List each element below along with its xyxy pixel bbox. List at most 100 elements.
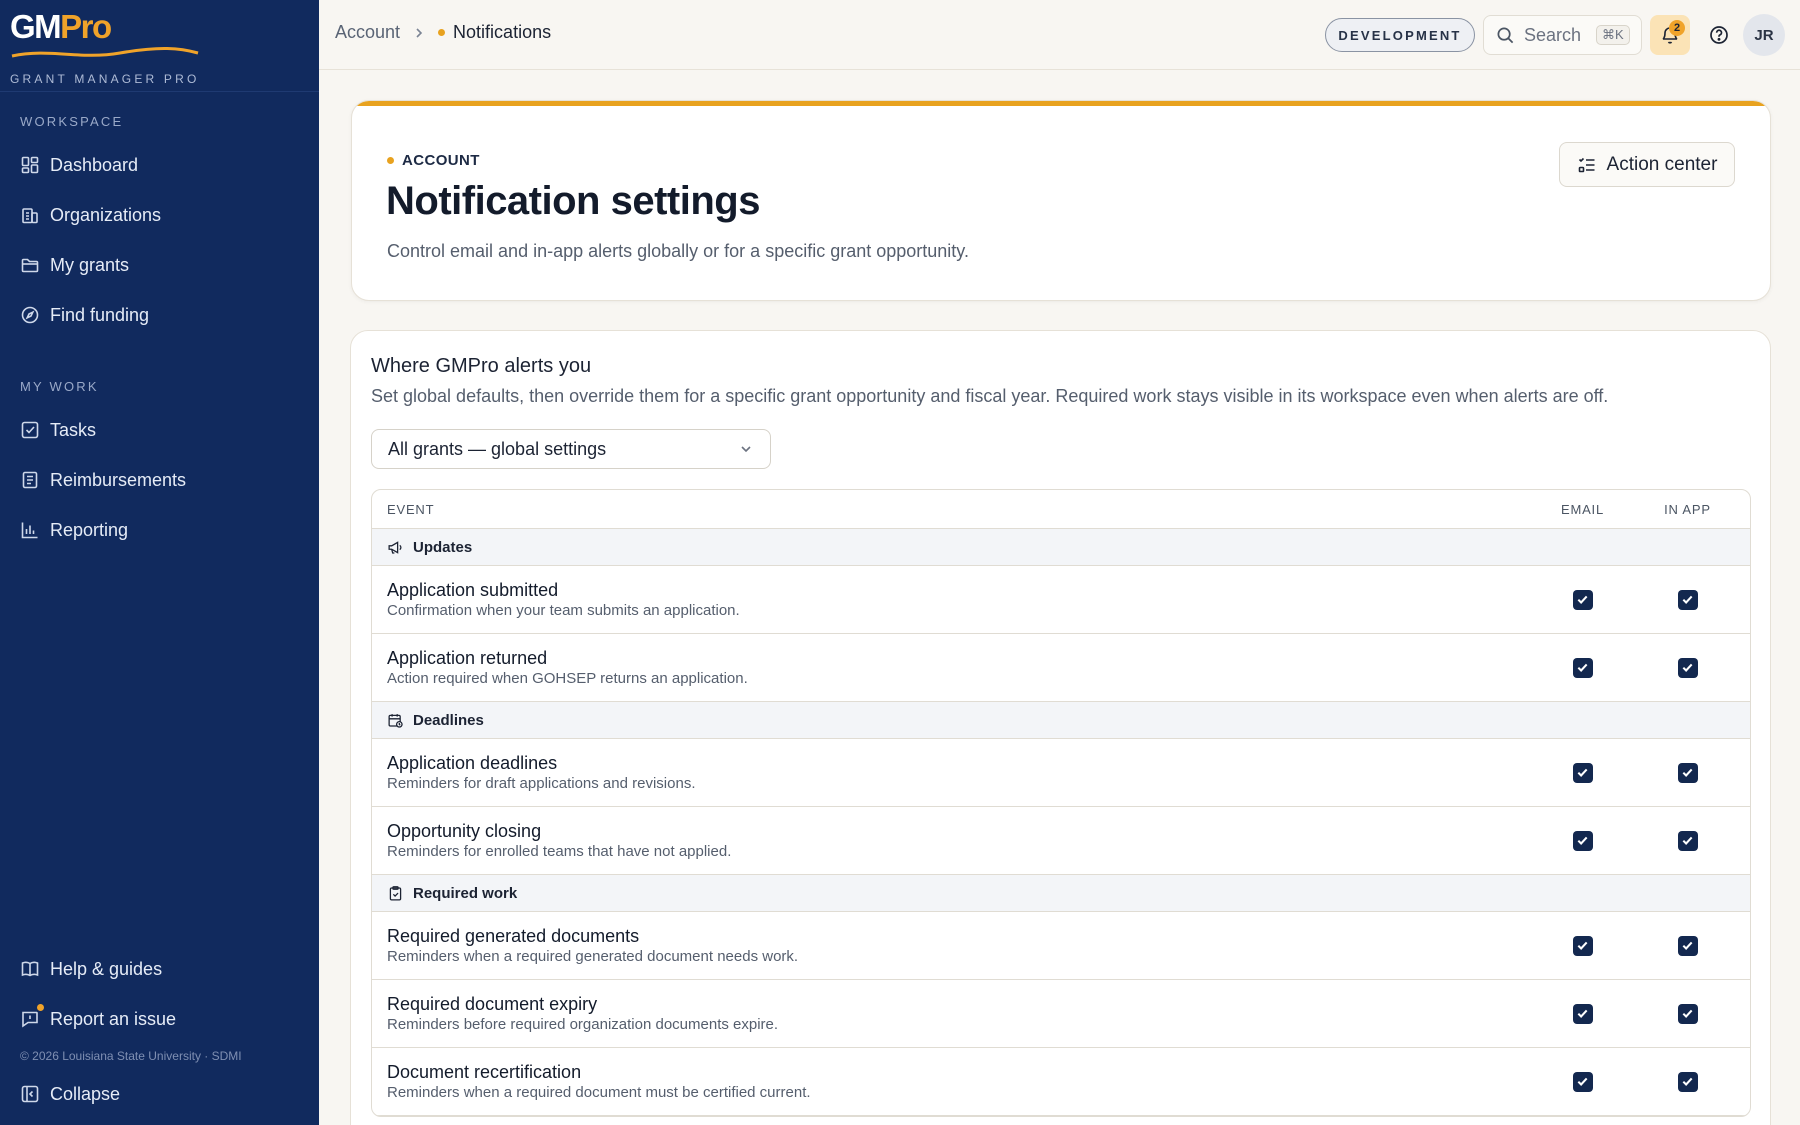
group-row: Required work: [372, 875, 1750, 912]
email-cell: [1530, 935, 1635, 956]
sidebar-item-label: Reimbursements: [50, 469, 187, 490]
in-app-checkbox[interactable]: [1677, 589, 1698, 610]
email-cell: [1530, 1071, 1635, 1092]
in-app-cell: [1635, 830, 1740, 851]
group-label: Deadlines: [413, 711, 484, 729]
email-checkbox[interactable]: [1572, 830, 1593, 851]
event-cell: Opportunity closing Reminders for enroll…: [372, 821, 1530, 861]
event-cell: Required generated documents Reminders w…: [372, 926, 1530, 966]
in-app-checkbox[interactable]: [1677, 935, 1698, 956]
logo-wordmark: GMPro: [10, 8, 112, 45]
logo[interactable]: GMPro GRANT MANAGER PRO: [10, 8, 199, 86]
action-center-label: Action center: [1606, 153, 1718, 175]
in-app-checkbox[interactable]: [1677, 830, 1698, 851]
event-description: Reminders before required organization d…: [387, 1015, 779, 1033]
sidebar-item-my-grants[interactable]: My grants: [20, 250, 129, 280]
event-description: Reminders for enrolled teams that have n…: [387, 842, 732, 860]
chevron-right-icon: [416, 27, 423, 38]
clipboard-check-icon: [389, 885, 402, 901]
accent-bar: [352, 101, 1770, 106]
event-title: Opportunity closing: [387, 820, 542, 841]
group-label: Required work: [413, 884, 518, 902]
sidebar-item-report-issue[interactable]: Report an issue: [20, 1002, 177, 1034]
calendar-clock-icon: [388, 713, 403, 728]
sidebar-item-label: Reporting: [50, 519, 129, 540]
help-button[interactable]: [1704, 20, 1734, 50]
notification-settings-panel: Where GMPro alerts you Set global defaul…: [350, 330, 1771, 1125]
in-app-checkbox[interactable]: [1677, 1003, 1698, 1024]
notification-table: EVENT EMAIL IN APP Updates Application s…: [371, 489, 1751, 1117]
event-cell: Application deadlines Reminders for draf…: [372, 753, 1530, 793]
search-shortcut: ⌘K: [1596, 25, 1630, 45]
folder-icon: [21, 258, 39, 273]
column-header-in-app: IN APP: [1664, 501, 1711, 517]
event-title: Application deadlines: [387, 752, 558, 773]
report-alert-dot: [35, 1002, 46, 1013]
breadcrumb-current-label: Notifications: [453, 22, 552, 42]
sidebar-item-reporting[interactable]: Reporting: [20, 515, 128, 545]
table-row: Application returned Action required whe…: [372, 634, 1750, 702]
event-description: Reminders when a required generated docu…: [387, 947, 799, 965]
sidebar-item-organizations[interactable]: Organizations: [20, 200, 161, 230]
eyebrow-label: ACCOUNT: [402, 152, 480, 169]
logo-subtitle: GRANT MANAGER PRO: [10, 72, 200, 86]
event-cell: Document recertification Reminders when …: [372, 1062, 1530, 1102]
email-cell: [1530, 1003, 1635, 1024]
help-circle-icon: [1710, 26, 1728, 44]
sidebar-item-label: Find funding: [50, 304, 150, 325]
email-cell: [1530, 762, 1635, 783]
page-eyebrow: ACCOUNT: [387, 152, 480, 169]
table-body: Updates Application submitted Confirmati…: [372, 529, 1750, 1116]
topbar: Account Notifications DEVELOPMENT Search…: [319, 0, 1800, 70]
sidebar-item-label: Report an issue: [50, 1008, 177, 1029]
notifications-button[interactable]: 2: [1650, 15, 1690, 55]
search-label: Search: [1524, 24, 1582, 45]
scope-select[interactable]: All grants — global settings: [371, 429, 771, 469]
email-checkbox[interactable]: [1572, 589, 1593, 610]
email-checkbox[interactable]: [1572, 1071, 1593, 1092]
section-label-workspace: WORKSPACE: [20, 114, 124, 129]
in-app-cell: [1635, 1071, 1740, 1092]
sidebar-item-help[interactable]: Help & guides: [20, 954, 162, 984]
email-checkbox[interactable]: [1572, 657, 1593, 678]
in-app-cell: [1635, 1003, 1740, 1024]
sidebar-item-reimbursements[interactable]: Reimbursements: [20, 465, 186, 495]
sidebar: GMPro GRANT MANAGER PRO WORKSPACE Dashbo…: [0, 0, 319, 1125]
breadcrumb-current: Notifications: [438, 22, 551, 43]
in-app-checkbox[interactable]: [1677, 657, 1698, 678]
search-button[interactable]: Search ⌘K: [1483, 15, 1642, 55]
email-checkbox[interactable]: [1572, 935, 1593, 956]
environment-badge: DEVELOPMENT: [1325, 18, 1475, 52]
sidebar-collapse-button[interactable]: Collapse: [20, 1079, 120, 1109]
email-checkbox[interactable]: [1572, 1003, 1593, 1024]
search-icon: [1497, 27, 1514, 43]
table-row: Opportunity closing Reminders for enroll…: [372, 807, 1750, 875]
user-avatar[interactable]: JR: [1743, 14, 1785, 56]
panel-title: Where GMPro alerts you: [371, 355, 592, 377]
breadcrumb-account-link[interactable]: Account: [335, 22, 400, 43]
event-title: Required document expiry: [387, 993, 598, 1014]
collapse-icon: [21, 1085, 39, 1103]
email-checkbox[interactable]: [1572, 762, 1593, 783]
event-title: Application submitted: [387, 579, 559, 600]
copyright-text: © 2026 Louisiana State University · SDMI: [20, 1049, 242, 1063]
checkbox-icon: [21, 421, 39, 439]
compass-icon: [21, 306, 39, 324]
in-app-checkbox[interactable]: [1677, 762, 1698, 783]
scope-select-value: All grants — global settings: [388, 438, 607, 459]
sidebar-item-find-funding[interactable]: Find funding: [20, 300, 149, 330]
action-center-button[interactable]: Action center: [1559, 142, 1735, 187]
event-description: Reminders for draft applications and rev…: [387, 774, 696, 792]
event-description: Confirmation when your team submits an a…: [387, 601, 740, 619]
sidebar-item-dashboard[interactable]: Dashboard: [20, 150, 138, 180]
event-title: Required generated documents: [387, 925, 640, 946]
table-row: Application submitted Confirmation when …: [372, 566, 1750, 634]
table-header: EVENT EMAIL IN APP: [372, 490, 1750, 529]
table-row: Document recertification Reminders when …: [372, 1048, 1750, 1116]
eyebrow-dot: [387, 157, 394, 164]
in-app-checkbox[interactable]: [1677, 1071, 1698, 1092]
logo-swoosh-icon: [11, 46, 199, 58]
column-header-email: EMAIL: [1560, 501, 1604, 517]
email-cell: [1530, 657, 1635, 678]
sidebar-item-tasks[interactable]: Tasks: [20, 415, 96, 445]
